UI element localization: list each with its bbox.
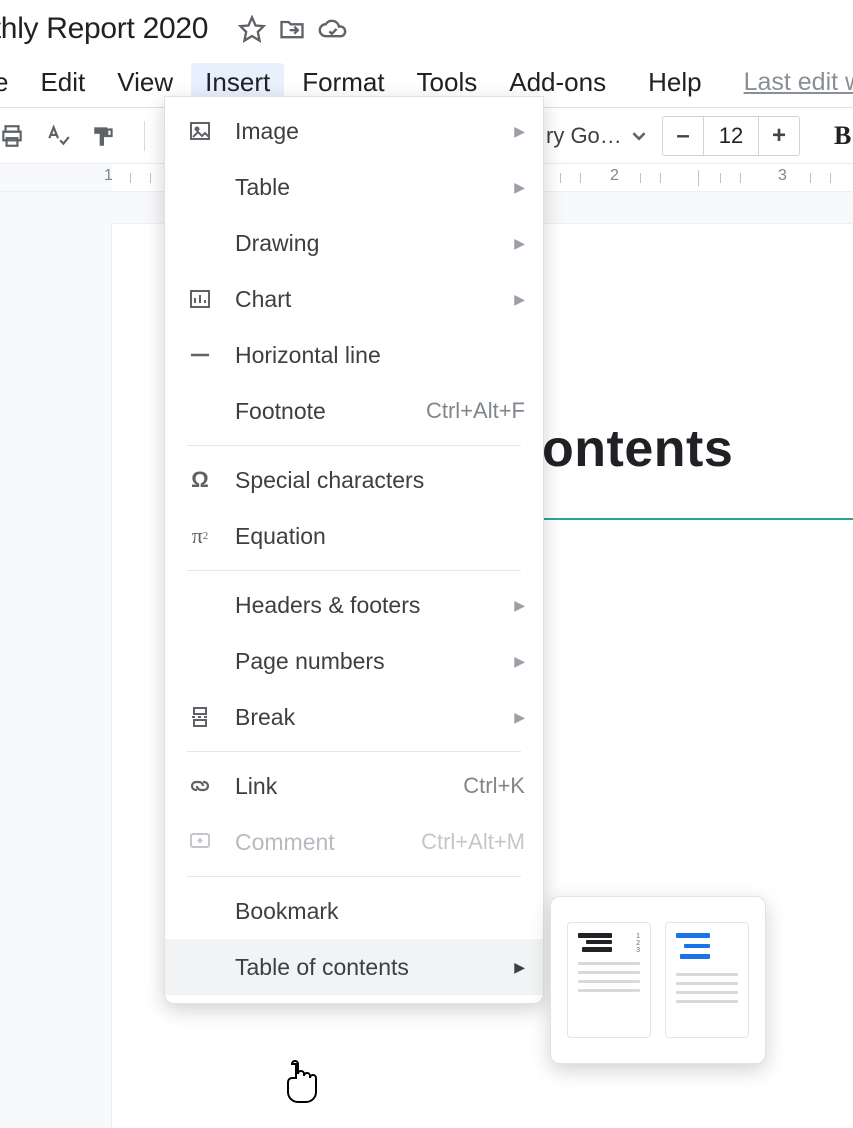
toc-option-plain[interactable]: 1 2 3 [567, 922, 651, 1038]
pi-icon: π2 [185, 521, 215, 551]
ruler-mark-1: 1 [104, 167, 113, 185]
document-heading[interactable]: ontents [542, 419, 733, 479]
insert-comment: Comment Ctrl+Alt+M [165, 814, 543, 870]
menu-edit[interactable]: Edit [26, 63, 99, 102]
paint-format-icon[interactable] [86, 118, 122, 154]
insert-page-numbers[interactable]: Page numbers ▶ [165, 633, 543, 689]
insert-special-characters[interactable]: Ω Special characters [165, 452, 543, 508]
font-size-increase[interactable]: + [759, 117, 799, 155]
last-edit-link[interactable]: Last edit was sec [744, 68, 853, 97]
font-size-decrease[interactable]: – [663, 117, 703, 155]
chevron-right-icon: ▶ [514, 653, 525, 670]
chevron-right-icon: ▶ [514, 597, 525, 614]
shortcut-label: Ctrl+Alt+M [421, 829, 525, 855]
insert-footnote[interactable]: Footnote Ctrl+Alt+F [165, 383, 543, 439]
insert-chart[interactable]: Chart ▶ [165, 271, 543, 327]
page-break-icon [185, 702, 215, 732]
insert-headers-footers[interactable]: Headers & footers ▶ [165, 577, 543, 633]
ruler-mark-2: 2 [610, 167, 619, 185]
insert-table[interactable]: Table ▶ [165, 159, 543, 215]
toc-option-links[interactable] [665, 922, 749, 1038]
insert-horizontal-line[interactable]: Horizontal line [165, 327, 543, 383]
chevron-right-icon: ▶ [514, 235, 525, 252]
menu-separator [187, 570, 521, 571]
document-title[interactable]: onthly Report 2020 [0, 12, 226, 46]
menu-separator [187, 876, 521, 877]
menu-separator [187, 445, 521, 446]
ruler-margin [0, 164, 112, 191]
insert-drawing[interactable]: Drawing ▶ [165, 215, 543, 271]
toc-submenu: 1 2 3 [550, 896, 766, 1064]
shortcut-label: Ctrl+Alt+F [426, 398, 525, 424]
chevron-right-icon: ▶ [514, 959, 525, 976]
ruler-mark-3: 3 [778, 167, 787, 185]
insert-table-of-contents[interactable]: Table of contents ▶ [165, 939, 543, 995]
menu-help[interactable]: Help [634, 63, 715, 102]
insert-link[interactable]: Link Ctrl+K [165, 758, 543, 814]
menu-file-fragment[interactable]: e [0, 63, 22, 102]
heading-underline [544, 518, 853, 520]
image-icon [185, 116, 215, 146]
comment-icon [185, 827, 215, 857]
shortcut-label: Ctrl+K [463, 773, 525, 799]
font-size-value[interactable]: 12 [703, 117, 759, 155]
insert-menu-dropdown: Image ▶ Table ▶ Drawing ▶ Chart ▶ Horizo… [164, 96, 544, 1004]
font-size-stepper: – 12 + [662, 116, 800, 156]
menu-separator [187, 751, 521, 752]
font-selector[interactable]: ry Go… [546, 123, 646, 149]
cloud-saved-icon[interactable] [318, 17, 348, 41]
insert-bookmark[interactable]: Bookmark [165, 883, 543, 939]
pointer-cursor-icon [282, 1060, 322, 1106]
link-icon [185, 771, 215, 801]
chevron-right-icon: ▶ [514, 709, 525, 726]
insert-image[interactable]: Image ▶ [165, 103, 543, 159]
print-icon[interactable] [0, 118, 30, 154]
title-bar: onthly Report 2020 [0, 0, 853, 58]
omega-icon: Ω [185, 465, 215, 495]
spellcheck-icon[interactable] [40, 118, 76, 154]
chevron-down-icon [632, 129, 646, 143]
insert-break[interactable]: Break ▶ [165, 689, 543, 745]
font-name: ry Go… [546, 123, 622, 149]
toolbar-separator [144, 121, 145, 151]
chart-icon [185, 284, 215, 314]
chevron-right-icon: ▶ [514, 291, 525, 308]
star-icon[interactable] [238, 15, 266, 43]
bold-button[interactable]: B [834, 121, 851, 151]
insert-equation[interactable]: π2 Equation [165, 508, 543, 564]
chevron-right-icon: ▶ [514, 123, 525, 140]
move-folder-icon[interactable] [278, 15, 306, 43]
horizontal-line-icon [185, 340, 215, 370]
chevron-right-icon: ▶ [514, 179, 525, 196]
